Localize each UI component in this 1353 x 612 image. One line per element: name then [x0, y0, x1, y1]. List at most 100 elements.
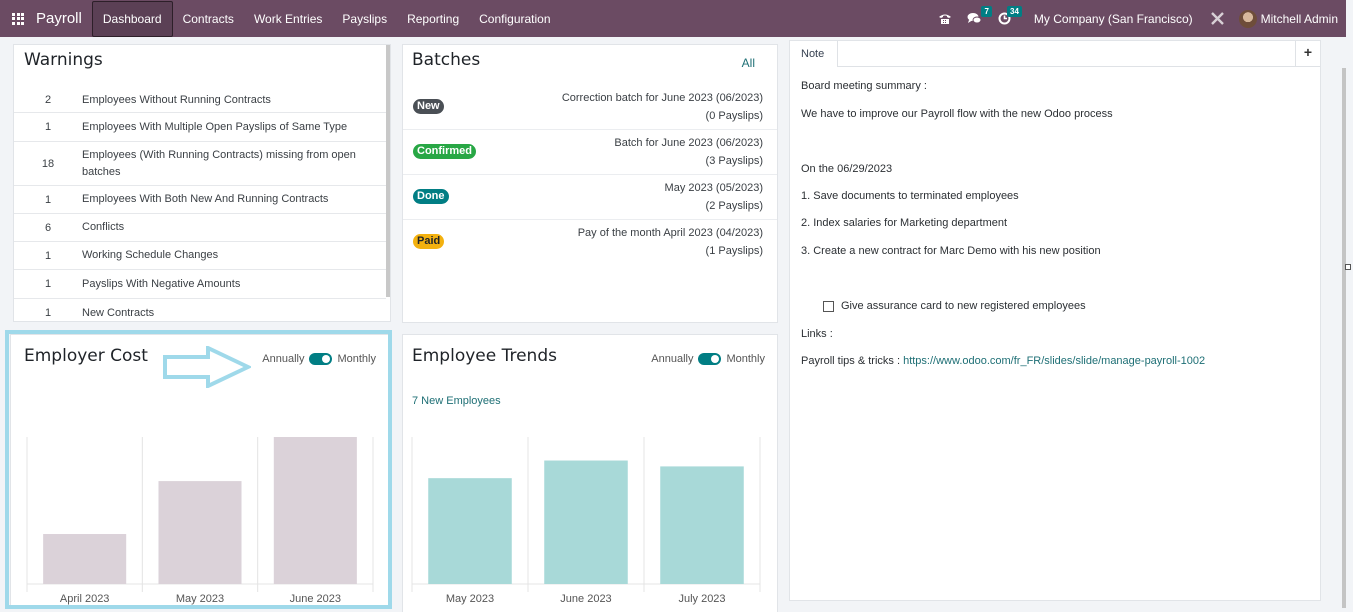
batch-payslips: (1 Payslips) — [705, 245, 763, 257]
period-switch[interactable] — [309, 353, 333, 365]
warning-count: 1 — [44, 121, 52, 133]
employer-cost-chart: April 2023 May 2023 June 2023 — [26, 437, 374, 605]
avatar — [1238, 9, 1257, 28]
warning-label: New Contracts — [82, 306, 155, 319]
top-navbar: Payroll Dashboard Contracts Work Entries… — [0, 0, 1346, 37]
batch-name: Correction batch for June 2023 (06/2023) — [561, 92, 763, 104]
batch-payslips: (0 Payslips) — [705, 110, 763, 122]
note-text[interactable]: On the 06/29/2023 — [801, 163, 892, 175]
status-badge: Confirmed — [413, 144, 476, 159]
checklist-label: Give assurance card to new registered em… — [841, 300, 1086, 312]
checklist-checkbox[interactable] — [823, 300, 834, 312]
new-employees-link[interactable]: 7 New Employees — [412, 395, 501, 407]
warning-row[interactable]: 1 Employees With Both New And Running Co… — [14, 186, 386, 214]
x-tick-label: June 2023 — [560, 593, 611, 605]
tab-note[interactable]: Note — [790, 41, 837, 68]
warning-row[interactable]: 18 Employees (With Running Contracts) mi… — [14, 142, 386, 186]
batches-panel: Batches All New Correction batch for Jun… — [402, 44, 778, 323]
tips-link[interactable]: https://www.odoo.com/fr_FR/slides/slide/… — [903, 355, 1205, 367]
warning-row[interactable]: 1 Payslips With Negative Amounts — [14, 270, 386, 299]
menu-contracts[interactable]: Contracts — [173, 0, 244, 37]
status-badge: Done — [413, 189, 449, 204]
add-note-button[interactable]: + — [1295, 41, 1320, 67]
warning-count: 6 — [44, 221, 52, 234]
warning-count: 18 — [41, 157, 55, 170]
warning-row[interactable]: 1 Employees With Multiple Open Payslips … — [14, 113, 386, 142]
menu-payslips[interactable]: Payslips — [332, 0, 397, 37]
period-switch[interactable] — [698, 353, 722, 365]
batches-title: Batches — [412, 50, 481, 70]
chat-icon — [967, 13, 982, 24]
warning-count: 2 — [44, 94, 52, 106]
warning-row[interactable]: 1 Working Schedule Changes — [14, 242, 386, 270]
note-text[interactable]: We have to improve our Payroll flow with… — [801, 108, 1113, 120]
toggle-monthly-label[interactable]: Monthly — [337, 353, 376, 365]
note-tabbar: Note + — [790, 41, 1320, 68]
warning-count: 1 — [44, 249, 52, 262]
messages-button[interactable]: 7 — [960, 0, 992, 37]
bar[interactable] — [428, 478, 512, 584]
toggle-monthly-label[interactable]: Monthly — [726, 353, 765, 365]
warning-label: Employees With Both New And Running Cont… — [82, 193, 329, 205]
warning-row[interactable]: 1 New Contracts — [14, 299, 386, 321]
batch-payslips: (2 Payslips) — [705, 200, 763, 212]
warning-label: Payslips With Negative Amounts — [82, 277, 241, 290]
batch-row[interactable]: Confirmed Batch for June 2023 (06/2023) … — [403, 130, 777, 175]
toggle-annually-label[interactable]: Annually — [262, 353, 304, 365]
phone-icon — [938, 14, 951, 24]
apps-menu-button[interactable] — [0, 0, 36, 37]
activities-button[interactable]: 34 — [990, 0, 1022, 37]
arrow-annotation-icon — [163, 346, 251, 388]
note-text[interactable]: Board meeting summary : — [801, 80, 927, 92]
batch-payslips: (3 Payslips) — [705, 155, 763, 167]
tips-line: Payroll tips & tricks : https://www.odoo… — [801, 355, 1205, 367]
batch-row[interactable]: Done May 2023 (05/2023) (2 Payslips) — [403, 175, 777, 220]
employee-trends-panel: Employee Trends Annually Monthly 7 New E… — [402, 334, 778, 612]
page-scrollbar-handle[interactable] — [1345, 264, 1351, 270]
period-toggle: Annually Monthly — [262, 353, 376, 365]
warning-label: Employees With Multiple Open Payslips of… — [82, 120, 348, 133]
debug-tools-button[interactable] — [1205, 11, 1231, 26]
warning-label: Employees (With Running Contracts) missi… — [82, 148, 356, 178]
activities-count-badge: 34 — [1007, 6, 1022, 17]
note-panel: Note + Board meeting summary : We have t… — [789, 40, 1321, 601]
bar[interactable] — [158, 481, 242, 584]
user-menu[interactable]: Mitchell Admin — [1238, 9, 1338, 28]
x-tick-label: April 2023 — [60, 593, 110, 605]
checklist-item[interactable]: Give assurance card to new registered em… — [823, 300, 1086, 312]
bar[interactable] — [660, 466, 744, 584]
apps-grid-icon — [12, 12, 24, 25]
x-tick-label: May 2023 — [446, 593, 494, 605]
all-batches-link[interactable]: All — [742, 56, 755, 70]
employer-cost-title: Employer Cost — [24, 346, 148, 366]
bar[interactable] — [544, 460, 628, 584]
menu-reporting[interactable]: Reporting — [397, 0, 469, 37]
toggle-annually-label[interactable]: Annually — [651, 353, 693, 365]
tools-icon — [1211, 12, 1224, 25]
bar[interactable] — [43, 534, 127, 584]
batch-row[interactable]: New Correction batch for June 2023 (06/2… — [403, 85, 777, 130]
warning-row[interactable]: 6 Conflicts — [14, 214, 386, 242]
warnings-scrollbar[interactable] — [386, 45, 390, 297]
warnings-panel: Warnings 2 Employees Without Running Con… — [13, 44, 391, 322]
menu-work-entries[interactable]: Work Entries — [244, 0, 332, 37]
status-badge: Paid — [413, 234, 445, 249]
menu-dashboard[interactable]: Dashboard — [91, 1, 173, 37]
bar[interactable] — [273, 437, 357, 584]
phone-button[interactable] — [930, 0, 960, 37]
employee-trends-chart: May 2023 June 2023 July 2023 — [411, 437, 761, 605]
note-text[interactable]: 3. Create a new contract for Marc Demo w… — [801, 245, 1101, 257]
note-text[interactable]: 2. Index salaries for Marketing departme… — [801, 217, 1007, 229]
warning-label: Working Schedule Changes — [82, 249, 219, 261]
tips-label: Payroll tips & tricks : — [801, 355, 904, 367]
page-scrollbar[interactable] — [1342, 68, 1346, 608]
status-badge: New — [413, 99, 444, 114]
note-text[interactable]: 1. Save documents to terminated employee… — [801, 190, 1019, 202]
app-name[interactable]: Payroll — [36, 10, 92, 27]
company-switcher[interactable]: My Company (San Francisco) — [1034, 12, 1193, 26]
batch-row[interactable]: Paid Pay of the month April 2023 (04/202… — [403, 220, 777, 265]
warning-row[interactable]: 2 Employees Without Running Contracts — [14, 88, 386, 113]
warning-count: 1 — [44, 193, 52, 206]
menu-configuration[interactable]: Configuration — [469, 0, 560, 37]
links-label: Links : — [801, 328, 833, 340]
